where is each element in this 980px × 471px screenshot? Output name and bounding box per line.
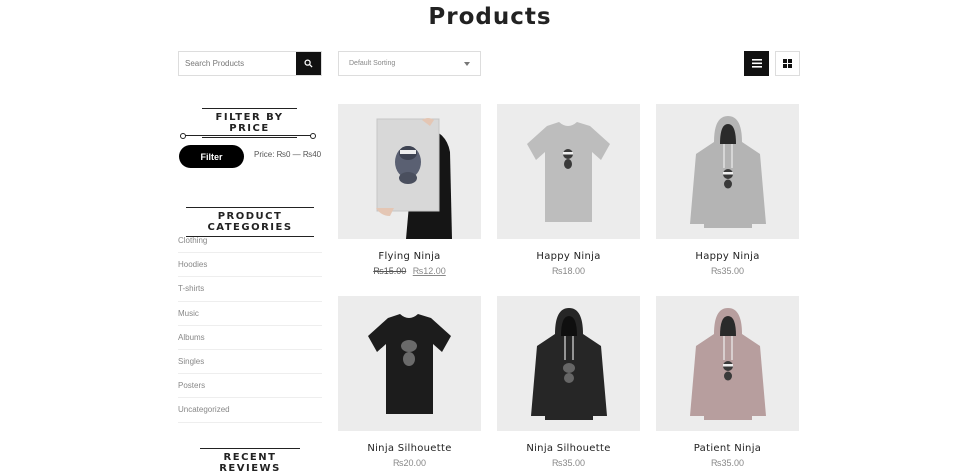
- product-name[interactable]: Happy Ninja: [656, 251, 799, 262]
- product-price: ₨15.00 ₨12.00: [338, 266, 481, 276]
- product-image[interactable]: [656, 104, 799, 239]
- sorting-selected-label: Default Sorting: [349, 60, 396, 67]
- category-item-hoodies[interactable]: Hoodies: [178, 253, 322, 278]
- product-price: ₨20.00: [393, 458, 426, 468]
- slider-max-handle[interactable]: [310, 133, 316, 139]
- product-name[interactable]: Patient Ninja: [656, 443, 799, 454]
- tshirt-image: [368, 314, 451, 414]
- product-name[interactable]: Ninja Silhouette: [338, 443, 481, 454]
- list-view-button[interactable]: [744, 51, 769, 76]
- category-item-music[interactable]: Music: [178, 302, 322, 326]
- sorting-select[interactable]: Default Sorting: [338, 51, 481, 76]
- product-image[interactable]: [338, 104, 481, 239]
- product-price: ₨18.00: [552, 266, 585, 276]
- hoodie-image: [690, 308, 766, 420]
- product-card: Ninja Silhouette ₨35.00: [497, 296, 640, 468]
- category-item-albums[interactable]: Albums: [178, 326, 322, 350]
- category-item-singles[interactable]: Singles: [178, 350, 322, 375]
- search-icon: [304, 59, 313, 68]
- search-button[interactable]: [296, 52, 321, 75]
- slider-track: [183, 135, 313, 136]
- product-card: Flying Ninja ₨15.00 ₨12.00: [338, 104, 481, 276]
- tshirt-image: [527, 122, 610, 222]
- search-input[interactable]: [179, 52, 296, 75]
- price-range-label: Price: ₨0 — ₨40: [254, 150, 322, 159]
- price-range-slider[interactable]: [180, 133, 316, 139]
- product-image[interactable]: [338, 296, 481, 431]
- category-item-uncategorized[interactable]: Uncategorized: [178, 398, 322, 423]
- product-card: Ninja Silhouette ₨20.00: [338, 296, 481, 468]
- search-box: [178, 51, 322, 76]
- product-price: ₨35.00: [711, 458, 744, 468]
- filter-button[interactable]: Filter: [179, 145, 244, 168]
- hoodie-image: [531, 308, 607, 420]
- category-item-posters[interactable]: Posters: [178, 374, 322, 399]
- slider-min-handle[interactable]: [180, 133, 186, 139]
- product-old-price: ₨15.00: [373, 266, 407, 276]
- hoodie-image: [690, 116, 766, 228]
- product-name[interactable]: Flying Ninja: [338, 251, 481, 262]
- grid-view-button[interactable]: [775, 51, 800, 76]
- product-image[interactable]: [656, 296, 799, 431]
- recent-reviews-title: RECENT REVIEWS: [200, 448, 300, 471]
- product-image[interactable]: [497, 296, 640, 431]
- poster-image: [376, 118, 452, 239]
- product-card: Patient Ninja ₨35.00: [656, 296, 799, 468]
- product-sale-price: ₨12.00: [412, 266, 446, 276]
- grid-view-icon: [783, 59, 792, 68]
- category-item-t-shirts[interactable]: T-shirts: [178, 277, 322, 302]
- category-list: Clothing Hoodies T-shirts Music Albums S…: [178, 229, 322, 423]
- product-image[interactable]: [497, 104, 640, 239]
- page-title: Products: [428, 4, 552, 30]
- product-card: Happy Ninja ₨35.00: [656, 104, 799, 276]
- product-price: ₨35.00: [711, 266, 744, 276]
- product-price: ₨35.00: [552, 458, 585, 468]
- chevron-down-icon: [464, 61, 470, 66]
- category-item-clothing[interactable]: Clothing: [178, 229, 322, 254]
- product-name[interactable]: Ninja Silhouette: [497, 443, 640, 454]
- list-view-icon: [751, 59, 762, 68]
- product-name[interactable]: Happy Ninja: [497, 251, 640, 262]
- product-card: Happy Ninja ₨18.00: [497, 104, 640, 276]
